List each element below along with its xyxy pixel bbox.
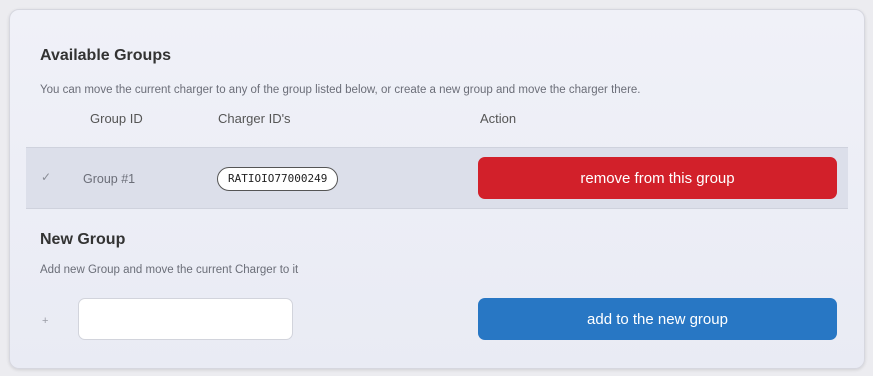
remove-from-group-button[interactable]: remove from this group: [478, 157, 837, 199]
column-header-group-id: Group ID: [90, 111, 143, 126]
available-groups-title: Available Groups: [40, 47, 171, 64]
new-group-title: New Group: [40, 231, 126, 248]
charger-id-badge: RATIOIO77000249: [217, 167, 339, 191]
group-id-cell: Group #1: [83, 172, 136, 186]
column-header-action: Action: [480, 111, 517, 126]
add-to-new-group-button[interactable]: add to the new group: [478, 298, 837, 340]
new-group-description: Add new Group and move the current Charg…: [40, 264, 299, 276]
new-group-name-input[interactable]: [78, 298, 293, 340]
checkmark-icon: ✓: [41, 170, 52, 184]
column-header-charger-ids: Charger ID's: [218, 111, 291, 126]
available-groups-description: You can move the current charger to any …: [40, 84, 641, 96]
table-row: ✓ Group #1 RATIOIO77000249 remove from t…: [26, 147, 848, 209]
plus-icon: +: [42, 315, 49, 327]
